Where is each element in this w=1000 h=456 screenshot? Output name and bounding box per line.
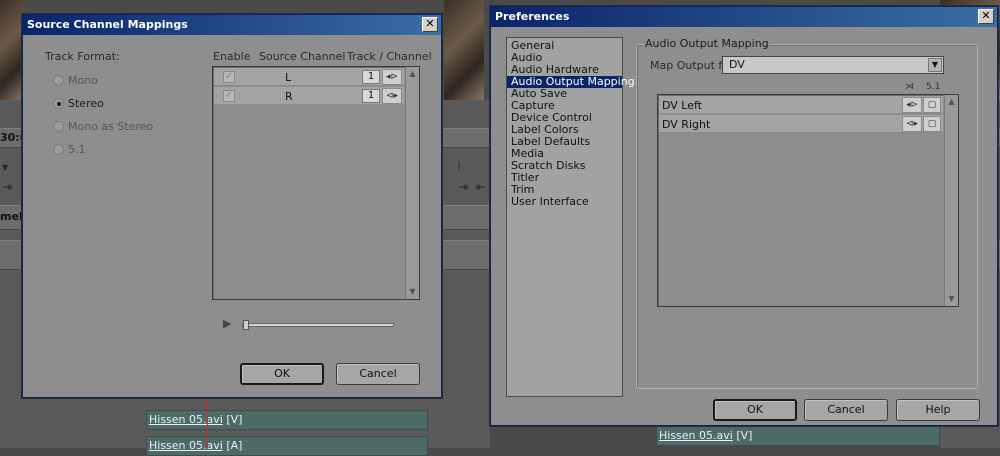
table-row[interactable]: DV Left ◂⊳ ▢	[659, 96, 943, 114]
enable-checkbox[interactable]: ✓	[223, 90, 235, 102]
video-frame-left	[0, 0, 24, 100]
table-row[interactable]: DV Right ⊲▸ ▢	[659, 115, 943, 133]
stereo-column-icon: ⋊	[905, 82, 914, 92]
speaker-right-icon[interactable]: ⊲▸	[902, 116, 922, 132]
play-icon[interactable]: ▶	[223, 317, 231, 330]
map-output-select[interactable]: DV ▼	[722, 56, 944, 74]
radio-icon	[53, 121, 64, 132]
marker-icon[interactable]: ⦚	[458, 160, 461, 175]
surround-icon[interactable]: ▢	[923, 116, 941, 132]
video-clip[interactable]: Hissen 05.avi [V]	[146, 410, 428, 430]
clip-name: Hissen 05.avi	[659, 429, 733, 442]
trim-icon[interactable]: ⇤	[476, 180, 486, 194]
preview-slider-thumb[interactable]	[243, 320, 249, 330]
cancel-button[interactable]: Cancel	[336, 363, 420, 385]
chevron-down-icon[interactable]: ▼	[928, 58, 942, 72]
scroll-up-icon[interactable]: ▲	[406, 67, 419, 81]
audio-clip[interactable]: Hissen 05.avi [A]	[146, 436, 428, 456]
clip-name: Hissen 05.avi	[149, 413, 223, 426]
video-frame-middle	[444, 0, 484, 100]
source-channel-cell: L	[285, 71, 292, 84]
track-number-field[interactable]: 1	[362, 70, 380, 84]
preferences-dialog: Preferences ✕ General Audio Audio Hardwa…	[490, 6, 998, 426]
format-mono-as-stereo-radio[interactable]: Mono as Stereo	[53, 120, 153, 133]
scroll-up-icon[interactable]: ▲	[945, 95, 958, 109]
video-clip-right[interactable]: Hissen 05.avi [V]	[656, 426, 940, 446]
help-button[interactable]: Help	[896, 399, 980, 421]
output-name-cell: DV Right	[662, 118, 711, 131]
radio-label: Mono as Stereo	[68, 120, 154, 133]
category-list: General Audio Audio Hardware Audio Outpu…	[506, 37, 635, 397]
clip-name: Hissen 05.avi	[149, 439, 223, 452]
format-5-1-radio[interactable]: 5.1	[53, 143, 86, 156]
scroll-down-icon[interactable]: ▼	[945, 292, 958, 306]
preview-slider-track[interactable]	[242, 323, 394, 327]
close-button[interactable]: ✕	[978, 9, 994, 24]
table-scrollbar[interactable]: ▲ ▼	[944, 95, 958, 306]
table-scrollbar[interactable]: ▲ ▼	[405, 67, 419, 299]
close-button[interactable]: ✕	[422, 17, 438, 32]
surround-icon[interactable]: ▢	[923, 97, 941, 113]
trim-icon[interactable]: ⇥	[2, 180, 12, 194]
channel-mapping-table: ✓ L 1 ◂⊳ ✓ R 1 ⊲▸ ▲ ▼	[212, 66, 420, 300]
select-value: DV	[729, 58, 745, 71]
group-title: Audio Output Mapping	[643, 37, 771, 50]
speaker-left-icon[interactable]: ◂⊳	[382, 69, 402, 85]
track-number-field[interactable]: 1	[362, 89, 380, 103]
close-icon: ✕	[425, 17, 435, 30]
radio-label: Mono	[68, 74, 98, 87]
track-format-label: Track Format:	[45, 50, 120, 63]
category-item[interactable]: User Interface	[507, 196, 622, 208]
cancel-button[interactable]: Cancel	[804, 399, 888, 421]
dialog-title: Preferences	[495, 10, 570, 23]
format-stereo-radio[interactable]: Stereo	[53, 97, 104, 110]
scroll-down-icon[interactable]: ▼	[406, 285, 419, 299]
ok-button[interactable]: OK	[713, 399, 797, 421]
radio-label: Stereo	[68, 97, 104, 110]
close-icon: ✕	[981, 9, 991, 22]
radio-icon	[53, 144, 64, 155]
table-row[interactable]: ✓ L 1 ◂⊳	[214, 68, 404, 86]
radio-label: 5.1	[68, 143, 86, 156]
enable-column-header: Enable	[213, 50, 251, 63]
output-name-cell: DV Left	[662, 99, 702, 112]
trim-icon[interactable]: ⇥	[458, 180, 468, 194]
surround-column-label: 5.1	[926, 82, 941, 92]
clip-tag: [V]	[736, 429, 753, 442]
speaker-right-icon[interactable]: ⊲▸	[382, 88, 402, 104]
playhead[interactable]	[207, 395, 208, 448]
dialog-title: Source Channel Mappings	[27, 18, 188, 31]
marker-icon[interactable]: ▾	[2, 160, 8, 174]
clip-tag: [A]	[226, 439, 243, 452]
radio-selected-icon	[53, 98, 64, 109]
source-channel-column-header: Source Channel	[259, 50, 346, 63]
enable-checkbox[interactable]: ✓	[223, 71, 235, 83]
format-mono-radio[interactable]: Mono	[53, 74, 98, 87]
clip-tag: [V]	[226, 413, 243, 426]
dialog-titlebar[interactable]: Source Channel Mappings ✕	[23, 15, 441, 35]
output-mapping-table: DV Left ◂⊳ ▢ DV Right ⊲▸ ▢ ▲ ▼	[657, 94, 959, 307]
ok-button[interactable]: OK	[240, 363, 324, 385]
source-channel-mappings-dialog: Source Channel Mappings ✕ Track Format: …	[22, 14, 442, 398]
radio-icon	[53, 75, 64, 86]
speaker-left-icon[interactable]: ◂⊳	[902, 97, 922, 113]
track-channel-column-header: Track / Channel	[347, 50, 432, 63]
table-row[interactable]: ✓ R 1 ⊲▸	[214, 87, 404, 105]
dialog-titlebar[interactable]: Preferences ✕	[491, 7, 997, 27]
source-channel-cell: R	[285, 90, 293, 103]
